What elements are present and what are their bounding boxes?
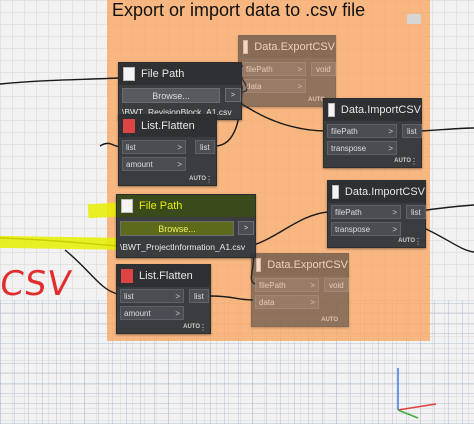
input-port-filepath[interactable]: filePath > bbox=[331, 205, 401, 219]
input-port-transpose[interactable]: transpose > bbox=[331, 222, 401, 236]
node-data-import-csv-bottom[interactable]: Data.ImportCSV filePath > transpose > list… bbox=[327, 180, 426, 248]
output-port[interactable]: > bbox=[238, 221, 254, 235]
node-data-import-csv-top[interactable]: Data.ImportCSV filePath > transpose > list… bbox=[323, 98, 422, 168]
node-title: List.Flatten bbox=[139, 270, 193, 282]
list-icon bbox=[123, 119, 135, 133]
handwritten-csv-annotation: CSV bbox=[0, 264, 75, 304]
output-port-list[interactable]: list bbox=[402, 124, 422, 138]
file-path-value: \BWT_ProjectInformation_A1.csv bbox=[120, 242, 246, 252]
document-icon bbox=[328, 103, 335, 117]
more-options-icon[interactable]: ⋮ bbox=[205, 176, 213, 184]
node-file-path-bottom[interactable]: File Path Browse... > \BWT_ProjectInform… bbox=[116, 194, 256, 258]
node-title: Data.ImportCSV bbox=[340, 104, 421, 116]
node-list-flatten-top[interactable]: List.Flatten list > amount > list AUTO ⋮ bbox=[118, 114, 217, 186]
output-port-list[interactable]: list bbox=[195, 140, 215, 154]
input-port-list[interactable]: list > bbox=[120, 289, 184, 303]
node-title: Data.ExportCSV bbox=[267, 259, 348, 271]
input-port-amount[interactable]: amount > bbox=[120, 306, 184, 320]
document-icon bbox=[121, 199, 133, 213]
graph-canvas[interactable]: Export or import data to .csv file Data.… bbox=[0, 0, 474, 424]
list-icon bbox=[121, 269, 133, 283]
more-options-icon[interactable]: ⋮ bbox=[410, 158, 418, 166]
node-title: File Path bbox=[139, 200, 183, 212]
node-title: Data.ExportCSV bbox=[254, 41, 335, 53]
wire bbox=[419, 127, 474, 132]
output-port-list[interactable]: list bbox=[406, 205, 426, 219]
input-port-list[interactable]: list > bbox=[122, 140, 186, 154]
input-port-data[interactable]: data > bbox=[242, 79, 306, 93]
node-title: List.Flatten bbox=[141, 120, 195, 132]
node-file-path-top[interactable]: File Path Browse... > \BWT_RevisionBlock… bbox=[118, 62, 242, 120]
wire bbox=[419, 204, 474, 212]
output-port[interactable]: > bbox=[225, 88, 241, 102]
browse-button[interactable]: Browse... bbox=[120, 221, 234, 236]
auto-run-label: AUTO bbox=[189, 176, 206, 182]
input-port-filepath[interactable]: filePath > bbox=[327, 124, 397, 138]
auto-run-label: AUTO bbox=[394, 158, 411, 164]
auto-run-label: AUTO bbox=[398, 238, 415, 244]
document-icon bbox=[332, 185, 339, 199]
document-icon bbox=[243, 40, 249, 54]
input-port-filepath[interactable]: filePath > bbox=[255, 278, 319, 292]
wire bbox=[249, 211, 329, 247]
node-list-flatten-bottom[interactable]: List.Flatten list > amount > list AUTO ⋮ bbox=[116, 264, 211, 334]
wire bbox=[99, 142, 121, 148]
more-options-icon[interactable]: ⋮ bbox=[199, 324, 207, 332]
document-icon bbox=[256, 258, 262, 272]
more-options-icon[interactable]: ⋮ bbox=[414, 238, 422, 246]
node-title: Data.ImportCSV bbox=[344, 186, 425, 198]
node-data-export-csv-top[interactable]: Data.ExportCSV filePath > data > void AUTO bbox=[238, 35, 336, 107]
input-port-data[interactable]: data > bbox=[255, 295, 319, 309]
input-port-transpose[interactable]: transpose > bbox=[327, 141, 397, 155]
wire bbox=[419, 225, 474, 253]
input-port-filepath[interactable]: filePath > bbox=[242, 62, 306, 76]
document-icon bbox=[123, 67, 135, 81]
wire bbox=[209, 295, 254, 301]
input-port-amount[interactable]: amount > bbox=[122, 157, 186, 171]
auto-run-label: AUTO bbox=[183, 324, 200, 330]
output-port-list[interactable]: list bbox=[189, 289, 209, 303]
output-port-void[interactable]: void bbox=[324, 278, 349, 292]
output-port-void[interactable]: void bbox=[311, 62, 336, 76]
browse-button[interactable]: Browse... bbox=[122, 88, 220, 103]
node-title: File Path bbox=[141, 68, 185, 80]
axis-gizmo-icon bbox=[397, 368, 437, 419]
node-data-export-csv-bottom[interactable]: Data.ExportCSV filePath > data > void AUTO bbox=[251, 253, 349, 327]
wire bbox=[0, 77, 121, 85]
auto-run-label: AUTO bbox=[321, 317, 338, 323]
